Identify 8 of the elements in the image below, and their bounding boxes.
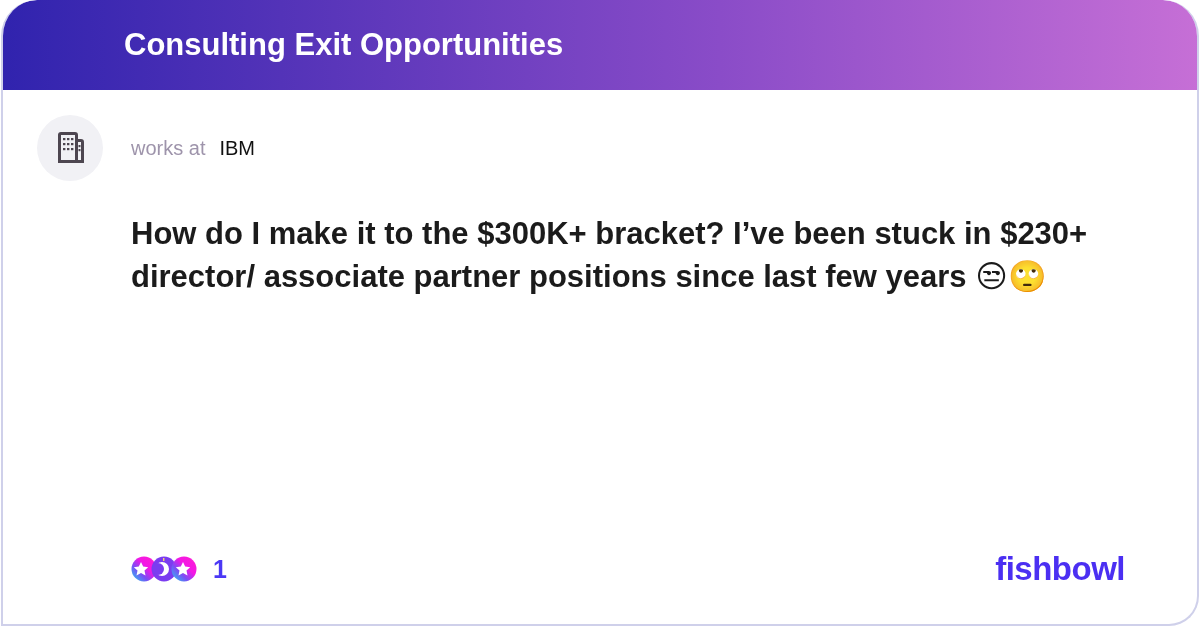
company-name: IBM (219, 136, 256, 160)
post-text: How do I make it to the $300K+ bracket? I’ve been stuck in $230+ director/ associate partner positions since last few years 😒🙄 (131, 215, 1089, 296)
building-icon (37, 115, 103, 181)
post-title: Consulting Exit Opportunities (124, 27, 564, 63)
reactions-icon (131, 556, 197, 582)
fishbowl-logo: fishbowl (995, 550, 1125, 588)
reaction-count: 1 (213, 554, 227, 584)
works-at-label: works at (131, 136, 206, 160)
